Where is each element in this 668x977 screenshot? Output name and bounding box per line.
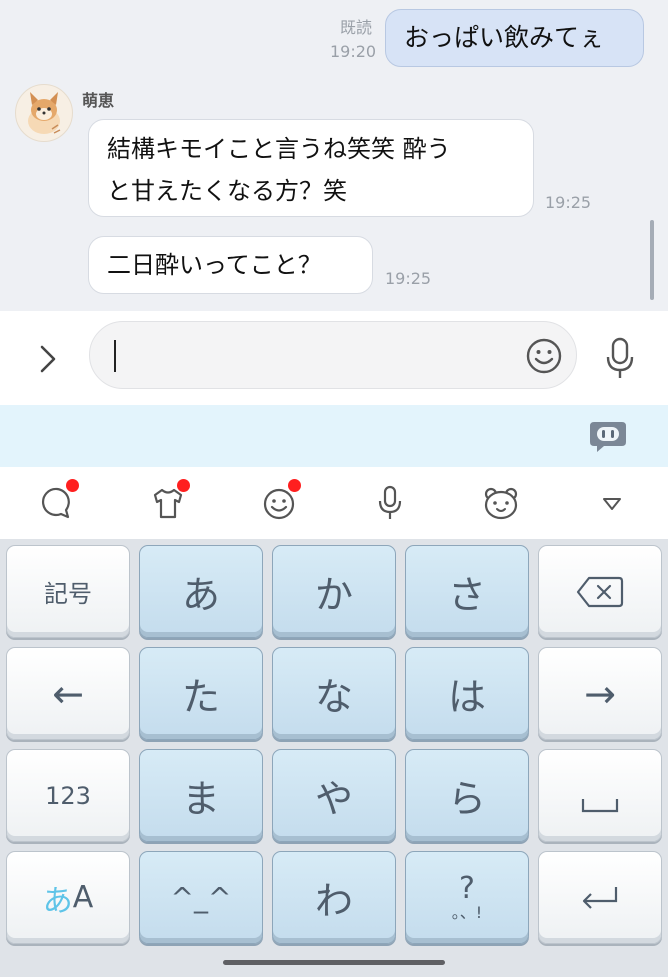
suggestion-strip (0, 405, 668, 467)
received-message-bubble[interactable]: 結構キモイこと言うね笑笑 酔う と甘えたくなる方？笑 (88, 119, 534, 217)
triangle-down-icon (603, 498, 621, 510)
received-timestamp: 19:25 (545, 193, 592, 212)
text-caret (114, 340, 116, 372)
toolbar-voice-button[interactable] (370, 483, 410, 523)
key-input-mode[interactable]: あ A (6, 851, 130, 944)
key-ta[interactable]: た (139, 647, 263, 740)
key-numbers[interactable]: 123 (6, 749, 130, 842)
keyboard-toolbar (0, 467, 668, 539)
sender-avatar[interactable] (15, 84, 73, 142)
toolbar-theme-button[interactable] (148, 479, 190, 523)
sent-message-bubble[interactable]: おっぱい飲みてぇ (385, 9, 644, 67)
key-na[interactable]: な (272, 647, 396, 740)
key-sa[interactable]: さ (405, 545, 529, 638)
key-punctuation[interactable]: ? 。、! (405, 851, 529, 944)
space-icon (581, 798, 619, 812)
key-ma[interactable]: ま (139, 749, 263, 842)
received-message-line: と甘えたくなる方？笑 (107, 177, 347, 205)
enter-icon (582, 886, 618, 909)
key-label: な (314, 675, 353, 719)
home-indicator[interactable] (223, 960, 445, 965)
notification-badge (66, 479, 79, 492)
key-cursor-right[interactable]: → (538, 647, 662, 740)
mic-icon (378, 485, 402, 519)
toolbar-collapse-button[interactable] (592, 483, 632, 523)
key-cursor-left[interactable]: ← (6, 647, 130, 740)
toolbar-stickers-button[interactable] (481, 483, 521, 523)
key-label: は (447, 675, 486, 719)
key-ka[interactable]: か (272, 545, 396, 638)
key-ya[interactable]: や (272, 749, 396, 842)
backspace-icon (576, 576, 624, 607)
key-enter[interactable] (538, 851, 662, 944)
key-wa[interactable]: わ (272, 851, 396, 944)
robot-bubble-icon (590, 422, 626, 452)
chevron-right-icon (40, 345, 56, 373)
message-input[interactable] (89, 321, 577, 389)
received-message-text: 二日酔いってこと？ (107, 251, 322, 279)
notification-badge (288, 479, 301, 492)
key-label: さ (447, 573, 486, 617)
key-a[interactable]: あ (139, 545, 263, 638)
key-ha[interactable]: は (405, 647, 529, 740)
read-receipt: 既読 (340, 18, 373, 37)
key-label: あ (181, 573, 220, 617)
message-input-bar (0, 311, 668, 405)
toolbar-chat-button[interactable] (37, 479, 79, 523)
key-label: ま (181, 777, 220, 821)
bear-face-icon (484, 487, 518, 520)
mic-icon (606, 337, 634, 378)
expand-menu-button[interactable] (30, 333, 70, 383)
received-message-bubble[interactable]: 二日酔いってこと？ (88, 236, 373, 294)
key-label: わ (314, 879, 353, 923)
key-label: ら (447, 777, 486, 821)
sent-timestamp: 19:20 (330, 42, 377, 61)
received-message-line: 結構キモイこと言うね笑笑 酔う (107, 135, 451, 163)
key-label: → (584, 671, 616, 716)
key-label: た (181, 675, 220, 719)
key-label: 。、! (451, 902, 483, 922)
chat-scrollbar[interactable] (650, 220, 654, 300)
dog-avatar-icon (28, 92, 61, 134)
key-space[interactable] (538, 749, 662, 842)
key-label: 記号 (44, 580, 92, 608)
key-symbols[interactable]: 記号 (6, 545, 130, 638)
mode-latin-label: A (72, 880, 94, 915)
flick-keyboard: 記号 あ か さ ← た な は → 123 ま や ら あ A ^_^ わ ?… (0, 539, 668, 977)
key-label: ← (52, 671, 84, 716)
emoji-button[interactable] (524, 336, 564, 376)
key-label: や (314, 777, 353, 821)
key-label: か (314, 573, 353, 617)
received-timestamp: 19:25 (385, 269, 432, 288)
key-emoticon[interactable]: ^_^ (139, 851, 263, 944)
mode-kana-label: あ (42, 883, 73, 919)
key-label: ^_^ (170, 881, 232, 914)
sent-message-text: おっぱい飲みてぇ (404, 23, 605, 52)
key-backspace[interactable] (538, 545, 662, 638)
key-label: ? (459, 870, 475, 906)
smiley-icon (526, 338, 562, 374)
key-label: 123 (45, 781, 91, 810)
notification-badge (177, 479, 190, 492)
toolbar-emoji-button[interactable] (259, 479, 301, 523)
key-ra[interactable]: ら (405, 749, 529, 842)
ai-assistant-button[interactable] (588, 418, 628, 454)
sender-name: 萌恵 (82, 91, 115, 110)
voice-input-button[interactable] (600, 333, 640, 383)
chat-area[interactable]: おっぱい飲みてぇ 既読 19:20 萌恵 結構キモイこと言うね笑笑 酔う と甘え… (0, 0, 668, 311)
